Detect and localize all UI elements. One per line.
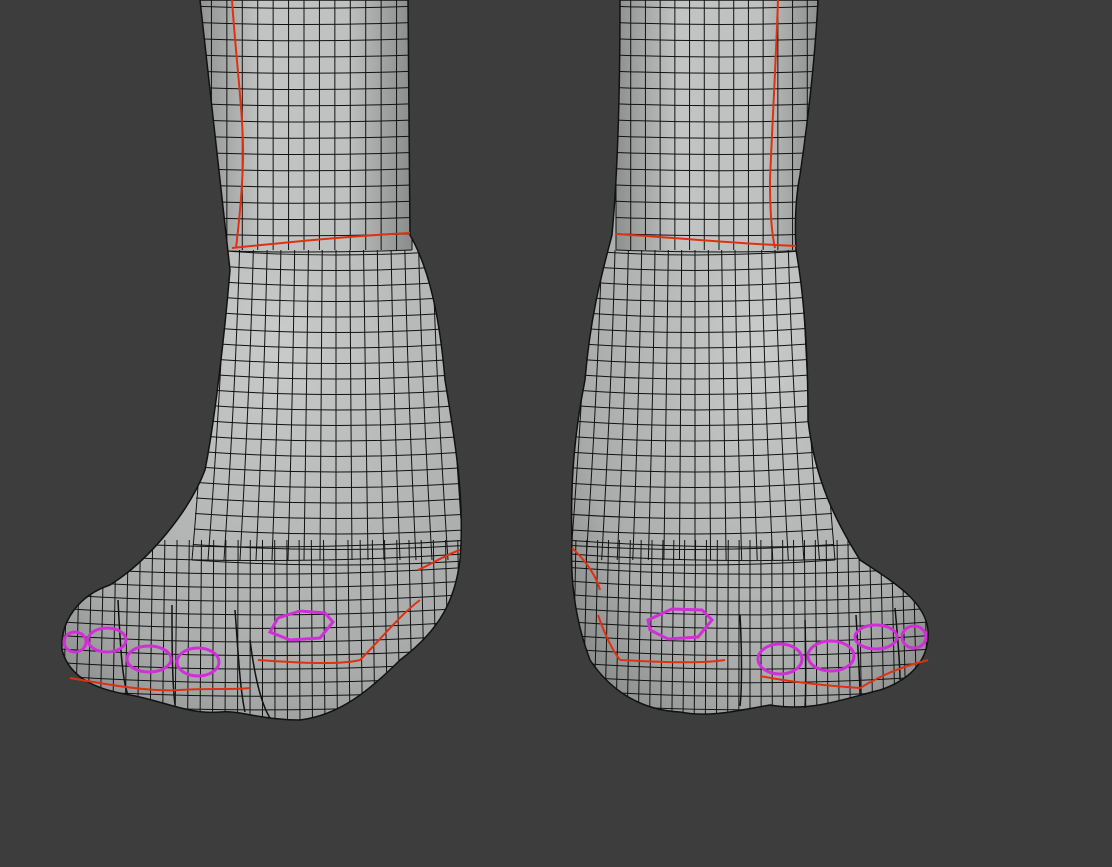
right-foot-mesh[interactable]	[555, 0, 960, 760]
left-foot-mesh[interactable]	[0, 0, 560, 760]
3d-viewport[interactable]	[0, 0, 1112, 867]
viewport-canvas[interactable]	[0, 0, 1112, 867]
